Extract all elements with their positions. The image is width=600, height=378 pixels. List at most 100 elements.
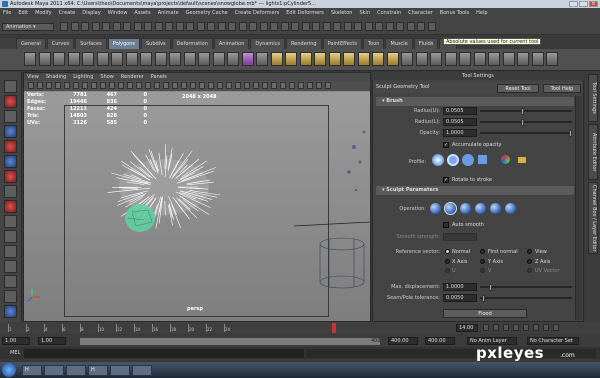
- viewport-toolbar-icon[interactable]: [316, 82, 322, 89]
- tool-settings-scrollbar[interactable]: [575, 96, 582, 320]
- status-line-tool-icon[interactable]: [91, 22, 100, 31]
- taskbar-app-button[interactable]: H: [22, 365, 42, 376]
- opacity-handle[interactable]: [569, 130, 572, 137]
- shelf-tool-icon[interactable]: [241, 52, 254, 66]
- viewport-toolbar-icon[interactable]: [154, 82, 160, 89]
- max-displacement-field[interactable]: 1.0000: [443, 283, 477, 291]
- menu-skeleton[interactable]: Skeleton: [331, 8, 353, 19]
- status-line-tool-icon[interactable]: [175, 22, 184, 31]
- sculpt-operation-icon[interactable]: [460, 203, 471, 214]
- viewport-menu-view[interactable]: View: [27, 73, 39, 81]
- viewport-toolbar-icon[interactable]: [64, 82, 70, 89]
- viewport-toolbar-icon[interactable]: [91, 82, 97, 89]
- viewport-toolbar-icon[interactable]: [280, 82, 286, 89]
- status-line-tool-icon[interactable]: [291, 22, 299, 31]
- shelf-tool-icon[interactable]: [328, 52, 341, 66]
- shelf-tool-icon[interactable]: [285, 52, 297, 66]
- sculpt-operation-icon[interactable]: [505, 203, 516, 214]
- toolbox-tool-icon[interactable]: [4, 215, 17, 228]
- tool-help-button[interactable]: Tool Help: [543, 84, 581, 93]
- attribute-editor-side-tab[interactable]: Attribute Editor: [588, 124, 598, 180]
- sculpt-operation-icon[interactable]: [475, 203, 486, 214]
- shelf-tool-icon[interactable]: [430, 52, 442, 66]
- status-line-tool-icon[interactable]: [123, 22, 131, 31]
- shelf-tool-icon[interactable]: [38, 52, 51, 66]
- channel-box-side-tab[interactable]: Channel Box / Layer Editor: [588, 182, 598, 254]
- viewport-toolbar-icon[interactable]: [307, 82, 313, 89]
- viewport-menu-renderer[interactable]: Renderer: [121, 73, 144, 81]
- profile-square-icon[interactable]: [478, 155, 487, 164]
- menu-create[interactable]: Create: [59, 8, 76, 19]
- end-time-field[interactable]: 400.00: [425, 337, 455, 345]
- flood-button[interactable]: Flood: [443, 309, 527, 318]
- viewport-toolbar-icon[interactable]: [262, 82, 268, 89]
- toolbox-tool-icon[interactable]: [4, 110, 17, 123]
- viewport-toolbar-icon[interactable]: [217, 82, 223, 89]
- status-line-tool-icon[interactable]: [70, 22, 79, 31]
- shelf-tool-icon[interactable]: [314, 52, 326, 66]
- shelf-tool-icon[interactable]: [357, 52, 370, 66]
- menu-assets[interactable]: Assets: [134, 8, 150, 19]
- status-line-tool-icon[interactable]: [396, 22, 404, 31]
- shelf-tool-icon[interactable]: [386, 52, 399, 66]
- shelf-tool-icon[interactable]: [125, 52, 138, 66]
- shelf-tool-icon[interactable]: [256, 52, 268, 66]
- viewport-toolbar-icon[interactable]: [253, 82, 259, 89]
- toolbox-tool-icon[interactable]: [4, 305, 17, 318]
- playback-control-icon[interactable]: [533, 324, 539, 331]
- toolbox-tool-icon[interactable]: [4, 155, 17, 168]
- toolbox-tool-icon[interactable]: [4, 290, 17, 303]
- shelf-tool-icon[interactable]: [212, 52, 225, 66]
- viewport-toolbar-icon[interactable]: [136, 82, 142, 89]
- tab-subdivs[interactable]: Subdivs: [141, 38, 171, 49]
- viewport-menu-shading[interactable]: Shading: [46, 73, 66, 81]
- viewport-toolbar-icon[interactable]: [46, 82, 52, 89]
- status-line-tool-icon[interactable]: [60, 22, 68, 31]
- status-line-tool-icon[interactable]: [144, 22, 152, 31]
- mel-input[interactable]: [24, 349, 304, 358]
- shelf-tool-icon[interactable]: [415, 52, 428, 66]
- shelf-tool-icon[interactable]: [198, 52, 210, 66]
- shelf-tool-icon[interactable]: [473, 52, 486, 66]
- sculpt-operation-icon[interactable]: [430, 203, 441, 214]
- status-line-tool-icon[interactable]: [343, 22, 352, 31]
- status-line-tool-icon[interactable]: [427, 22, 436, 31]
- menu-modify[interactable]: Modify: [35, 8, 52, 19]
- tab-dynamics[interactable]: Dynamics: [250, 38, 286, 49]
- viewport-toolbar-icon[interactable]: [289, 82, 295, 89]
- status-line-tool-icon[interactable]: [81, 22, 89, 31]
- viewport-toolbar-icon[interactable]: [109, 82, 115, 89]
- profile-gaussian-icon[interactable]: [432, 154, 444, 166]
- toolbox-tool-icon[interactable]: [4, 80, 17, 93]
- viewport-toolbar-icon[interactable]: [244, 82, 250, 89]
- taskbar-app-button[interactable]: [44, 365, 64, 376]
- shelf-tool-icon[interactable]: [82, 52, 94, 66]
- shelf-tool-icon[interactable]: [154, 52, 167, 66]
- shelf-tool-icon[interactable]: [67, 52, 80, 66]
- profile-soft-icon[interactable]: [447, 154, 459, 166]
- status-line-tool-icon[interactable]: [217, 22, 226, 31]
- viewport-toolbar-icon[interactable]: [199, 82, 205, 89]
- status-line-tool-icon[interactable]: [112, 22, 121, 31]
- taskbar-app-button[interactable]: H: [88, 365, 108, 376]
- status-line-tool-icon[interactable]: [406, 22, 415, 31]
- viewport-toolbar-icon[interactable]: [172, 82, 178, 89]
- taskbar-app-button[interactable]: [132, 365, 152, 376]
- status-line-tool-icon[interactable]: [238, 22, 247, 31]
- rotate-to-stroke-checkbox[interactable]: [443, 177, 449, 183]
- ref-normal-radio[interactable]: [445, 249, 450, 254]
- menu-create-deformers[interactable]: Create Deformers: [235, 8, 280, 19]
- start-button[interactable]: [2, 363, 16, 377]
- shelf-tool-icon[interactable]: [270, 52, 283, 66]
- max-displacement-slider[interactable]: [480, 286, 572, 288]
- status-line-tool-icon[interactable]: [333, 22, 341, 31]
- playback-start-field[interactable]: 1.00: [38, 337, 66, 345]
- radius-l-field[interactable]: 0.0505: [443, 118, 477, 126]
- tab-general[interactable]: General: [16, 38, 46, 49]
- taskbar-app-button[interactable]: [110, 365, 130, 376]
- scene-geometry[interactable]: [24, 92, 370, 321]
- time-slider[interactable]: [0, 322, 600, 334]
- status-line-tool-icon[interactable]: [133, 22, 142, 31]
- status-line-tool-icon[interactable]: [196, 22, 205, 31]
- auto-smooth-checkbox[interactable]: [443, 222, 449, 228]
